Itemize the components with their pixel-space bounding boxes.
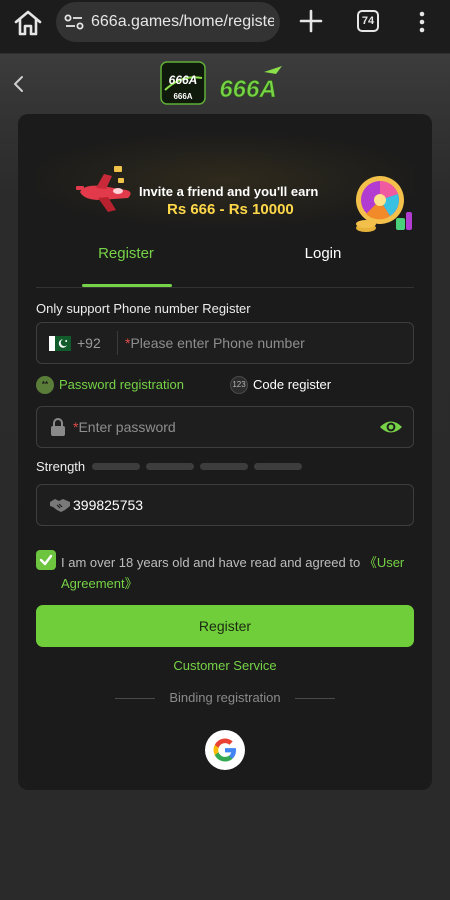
logo-badge-text: 666A	[169, 73, 198, 87]
logo-badge-subtext: 666A	[173, 92, 192, 101]
phone-field[interactable]: +92 *Please enter Phone number	[36, 322, 414, 364]
eye-icon[interactable]	[379, 416, 403, 438]
customer-service-link[interactable]: Customer Service	[18, 658, 432, 673]
strength-bar-1	[92, 463, 140, 470]
handshake-icon	[50, 499, 70, 512]
back-icon[interactable]	[8, 72, 30, 96]
tab-register[interactable]: Register	[80, 244, 172, 274]
tab-login[interactable]: Login	[278, 244, 368, 274]
binding-divider-right	[295, 698, 335, 699]
new-tab-icon[interactable]	[297, 7, 325, 35]
support-note: Only support Phone number Register	[36, 301, 251, 316]
url-text[interactable]: 666a.games/home/registe	[91, 13, 274, 31]
country-code[interactable]: +92	[77, 335, 101, 351]
binding-registration-label: Binding registration	[169, 690, 281, 705]
google-icon	[213, 738, 236, 762]
tab-divider	[36, 287, 414, 288]
checkbox-checked-icon	[39, 554, 53, 566]
register-button[interactable]: Register	[36, 605, 414, 647]
banner-headline: Invite a friend and you'll earn	[139, 184, 319, 199]
phone-input[interactable]: *Please enter Phone number	[125, 335, 305, 351]
address-bar[interactable]: 666a.games/home/registe	[56, 2, 280, 42]
password-input[interactable]: *Enter password	[73, 419, 176, 435]
agreement-text: I am over 18 years old and have read and…	[61, 552, 421, 594]
strength-label: Strength	[36, 459, 86, 474]
browser-toolbar: 666a.games/home/registe 74	[0, 0, 450, 54]
code-register-label: Code register	[253, 377, 332, 392]
password-mode-icon: **	[36, 376, 54, 394]
strength-bar-2	[146, 463, 194, 470]
plane-icon	[76, 166, 131, 212]
agreement-statement: I am over 18 years old and have read and…	[61, 555, 364, 570]
password-registration-option[interactable]: ** Password registration	[36, 376, 206, 396]
google-login-button[interactable]	[205, 730, 245, 770]
site-settings-icon[interactable]	[64, 13, 84, 31]
code-register-option[interactable]: 123 Code register	[230, 376, 350, 396]
banner-reward: Rs 666 - Rs 10000	[167, 201, 294, 218]
code-mode-icon: 123	[230, 376, 248, 394]
invite-code-input[interactable]: 399825753	[73, 497, 143, 513]
tab-switcher-button[interactable]: 74	[357, 10, 379, 32]
password-registration-label: Password registration	[59, 377, 184, 392]
invite-code-field[interactable]: 399825753	[36, 484, 414, 526]
home-icon[interactable]	[12, 9, 44, 37]
logo-wordmark: 666A	[219, 76, 276, 103]
pakistan-flag-icon[interactable]	[49, 336, 71, 351]
password-field[interactable]: *Enter password	[36, 406, 414, 448]
strength-bar-3	[200, 463, 248, 470]
prize-wheel-icon	[356, 176, 412, 232]
phone-placeholder-text: Please enter Phone number	[130, 335, 305, 351]
agreement-checkbox[interactable]	[36, 550, 56, 570]
invite-banner[interactable]: Invite a friend and you'll earn Rs 666 -…	[36, 134, 414, 232]
password-placeholder-text: Enter password	[78, 419, 176, 435]
menu-icon[interactable]	[412, 9, 432, 35]
strength-bar-4	[254, 463, 302, 470]
field-separator	[117, 331, 118, 355]
register-card: Invite a friend and you'll earn Rs 666 -…	[18, 114, 432, 790]
lock-icon	[51, 418, 65, 436]
brand-logo: 666A 666A 666A	[160, 61, 282, 105]
